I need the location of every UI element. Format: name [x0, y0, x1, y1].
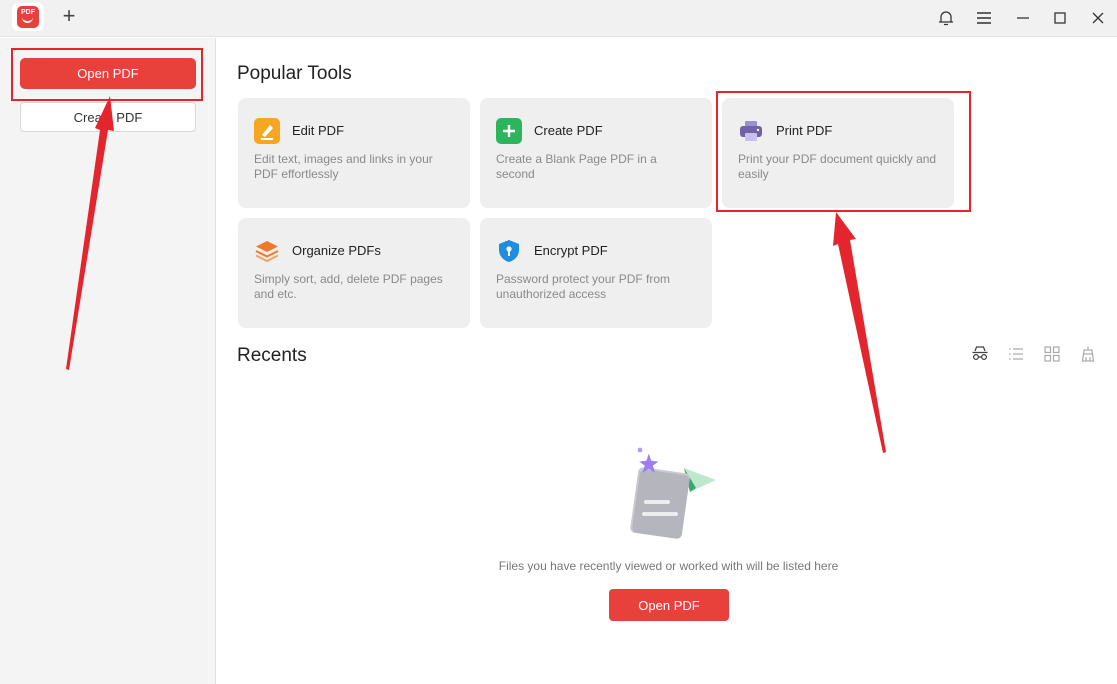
bell-icon[interactable] — [934, 6, 958, 30]
plus-icon — [496, 118, 522, 144]
tool-title: Organize PDFs — [292, 243, 381, 258]
annotation-highlight-open-pdf — [11, 48, 203, 101]
app-logo[interactable]: PDF — [12, 3, 44, 31]
annotation-highlight-print-pdf — [716, 91, 971, 212]
tool-description: Create a Blank Page PDF in a second — [496, 152, 657, 181]
incognito-icon[interactable] — [971, 345, 989, 363]
shield-lock-icon — [496, 238, 522, 264]
empty-recents-message: Files you have recently viewed or worked… — [498, 559, 839, 573]
maximize-icon[interactable] — [1048, 6, 1072, 30]
app-logo-mark: PDF — [17, 6, 39, 28]
recents-title: Recents — [237, 345, 307, 366]
empty-recents-illustration — [628, 444, 720, 544]
sidebar-create-pdf-button[interactable]: Create PDF — [20, 102, 196, 132]
close-icon[interactable] — [1086, 6, 1110, 30]
annotation-arrow-print-pdf — [833, 212, 886, 453]
list-view-icon[interactable] — [1007, 345, 1025, 363]
clear-history-icon[interactable] — [1079, 345, 1097, 363]
tool-title: Edit PDF — [292, 123, 345, 138]
tool-description: Simply sort, add, delete PDF pages and e… — [254, 272, 443, 301]
tool-description: Edit text, images and links in your PDF … — [254, 152, 433, 181]
edit-pen-icon — [254, 118, 280, 144]
grid-view-icon[interactable] — [1043, 345, 1061, 363]
layers-icon — [254, 238, 280, 264]
tool-card-organize-pdfs[interactable]: Organize PDFs Simply sort, add, delete P… — [238, 218, 470, 328]
tool-title: Encrypt PDF — [534, 243, 608, 258]
title-bar: PDF + — [0, 0, 1117, 37]
tool-title: Create PDF — [534, 123, 603, 138]
tool-card-create-pdf[interactable]: Create PDF Create a Blank Page PDF in a … — [480, 98, 712, 208]
minimize-icon[interactable] — [1011, 6, 1035, 30]
recents-open-pdf-button[interactable]: Open PDF — [609, 589, 729, 621]
new-tab-button[interactable]: + — [58, 5, 80, 27]
sidebar: Open PDF Create PDF — [0, 38, 216, 684]
tool-card-edit-pdf[interactable]: Edit PDF Edit text, images and links in … — [238, 98, 470, 208]
tool-card-encrypt-pdf[interactable]: Encrypt PDF Password protect your PDF fr… — [480, 218, 712, 328]
tool-description: Password protect your PDF from unauthori… — [496, 272, 671, 301]
popular-tools-title: Popular Tools — [237, 63, 352, 84]
menu-icon[interactable] — [972, 6, 996, 30]
